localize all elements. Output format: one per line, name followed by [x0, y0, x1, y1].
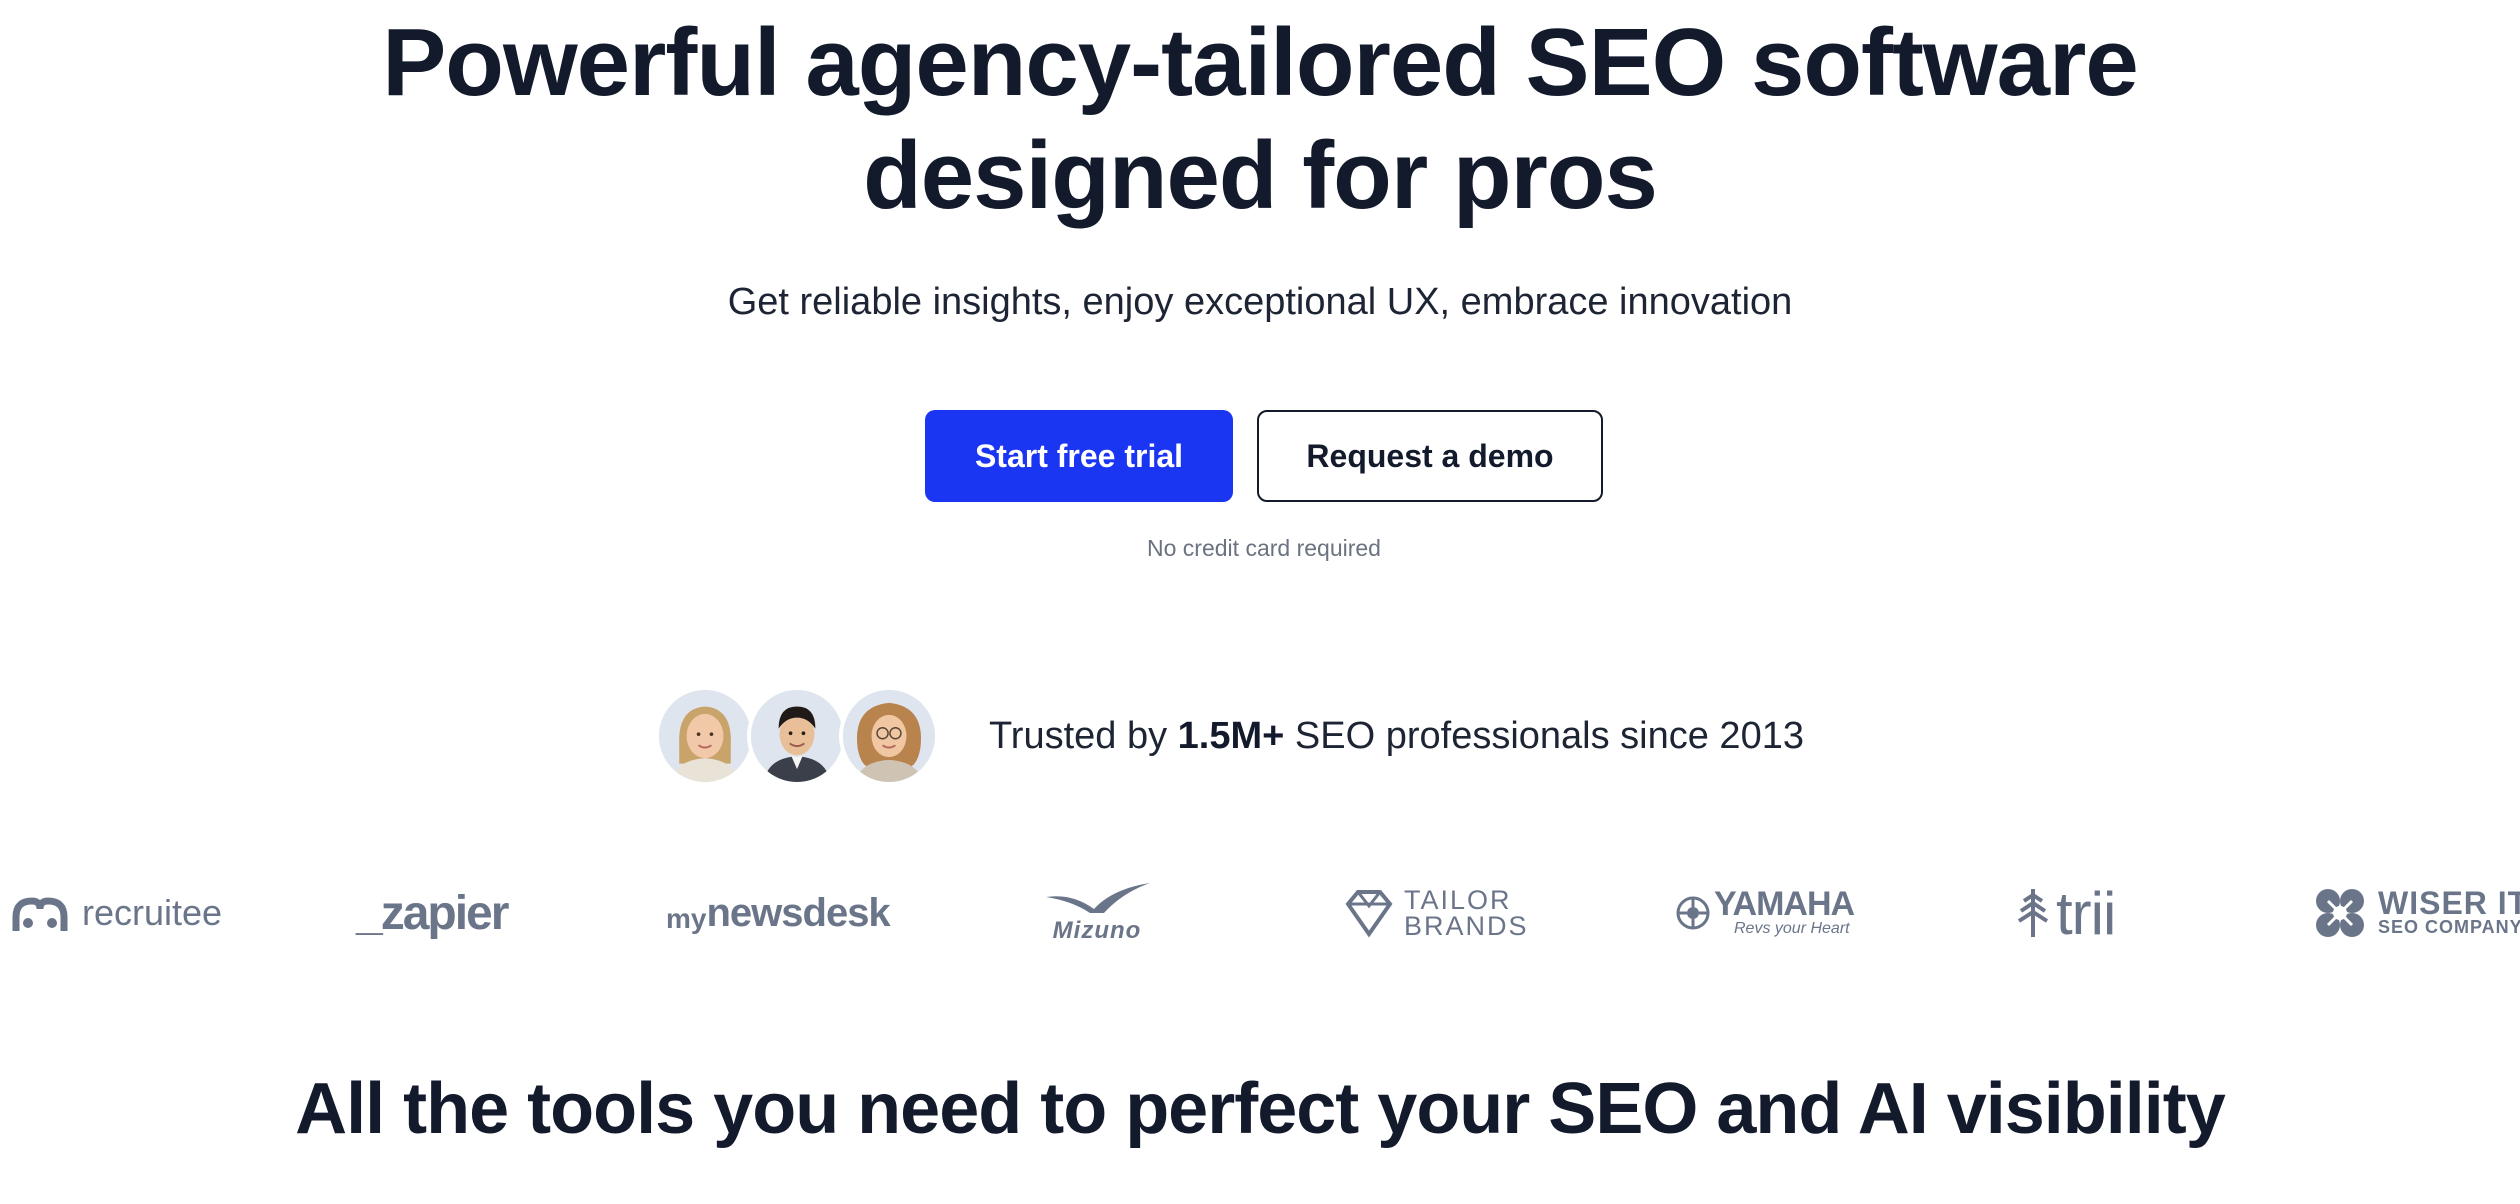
mynewsdesk-logo: my newsdesk: [666, 858, 891, 968]
start-free-trial-button[interactable]: Start free trial: [925, 410, 1233, 502]
wiser-it-logo: WISER IT SEO COMPANY: [2308, 858, 2520, 968]
trust-statement: Trusted by 1.5M+ SEO professionals since…: [989, 715, 1804, 758]
tailor-brands-line-1: TAILOR: [1404, 885, 1512, 915]
yamaha-tuning-fork-icon: [1676, 896, 1710, 930]
client-logos: recruitee _zapier my newsdesk Mizuno TAI…: [0, 858, 2520, 968]
yamaha-tagline: Revs your Heart: [1734, 920, 1850, 937]
wiser-it-brain-icon: [2316, 889, 2364, 937]
hero-title: Powerful agency-tailored SEO software de…: [0, 6, 2520, 232]
tailor-brands-line-2: BRANDS: [1404, 911, 1529, 941]
tailor-brands-icon: [1345, 890, 1393, 938]
mizuno-runbird-icon: [1046, 883, 1150, 913]
mizuno-logo: Mizuno: [1042, 858, 1152, 968]
avatar: [747, 686, 847, 786]
trust-row: Trusted by 1.5M+ SEO professionals since…: [655, 686, 1804, 786]
request-demo-button[interactable]: Request a demo: [1257, 410, 1603, 502]
trust-suffix: SEO professionals since 2013: [1284, 714, 1804, 757]
recruitee-logo: recruitee: [10, 858, 222, 968]
zapier-logo: _zapier: [356, 858, 509, 968]
tailor-brands-logo: TAILOR BRANDS: [1344, 858, 1529, 968]
hero-title-line-1: Powerful agency-tailored SEO software: [382, 9, 2138, 116]
mynewsdesk-wordmark: newsdesk: [706, 890, 890, 935]
mynewsdesk-prefix: my: [666, 903, 707, 934]
avatar-group: [655, 686, 939, 786]
wiser-it-wordmark: WISER IT: [2378, 885, 2520, 921]
no-credit-card-note: No credit card required: [1147, 535, 1381, 561]
avatar: [839, 686, 939, 786]
hero-subtitle: Get reliable insights, enjoy exceptional…: [727, 281, 1793, 323]
recruitee-wordmark: recruitee: [82, 892, 223, 933]
trii-wordmark: trii: [2056, 879, 2116, 947]
mizuno-wordmark: Mizuno: [1052, 917, 1142, 944]
trii-logo: trii: [2016, 858, 2116, 968]
yamaha-wordmark: YAMAHA: [1714, 885, 1855, 923]
recruitee-icon: [12, 897, 68, 931]
trust-prefix: Trusted by: [989, 714, 1178, 757]
cta-row: Start free trial Request a demo: [4, 410, 2520, 502]
avatar: [655, 686, 755, 786]
hero-title-line-2: designed for pros: [863, 122, 1658, 229]
wiser-it-tagline: SEO COMPANY: [2378, 917, 2520, 937]
tools-section-title: All the tools you need to perfect your S…: [295, 1069, 2226, 1149]
trust-count: 1.5M+: [1177, 714, 1285, 757]
yamaha-logo: YAMAHA Revs your Heart: [1676, 858, 1855, 968]
zapier-wordmark: _zapier: [356, 886, 509, 940]
trii-tree-icon: [2017, 889, 2049, 937]
